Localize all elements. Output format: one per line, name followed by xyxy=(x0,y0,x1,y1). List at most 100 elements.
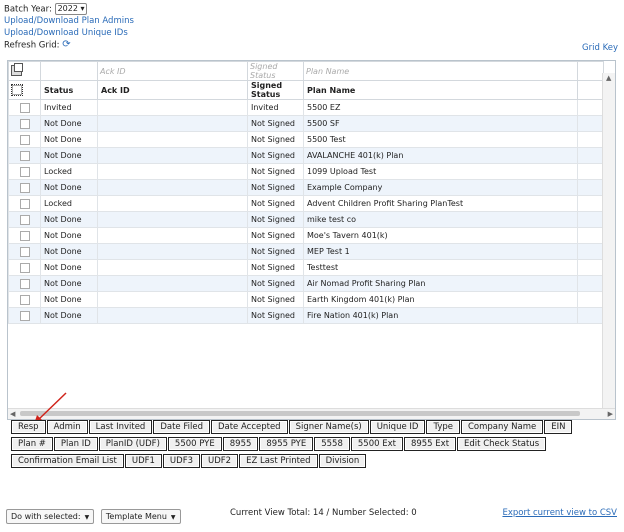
column-chip[interactable]: Date Accepted xyxy=(210,420,288,434)
column-chip[interactable]: Last Invited xyxy=(88,420,153,434)
upload-unique-ids-link[interactable]: Upload/Download Unique IDs xyxy=(4,28,128,38)
header-ack-id[interactable]: Ack ID xyxy=(97,80,248,100)
table-row[interactable]: Not Done Not Signed 5500 SF xyxy=(8,115,604,132)
table-row[interactable]: Invited Invited 5500 EZ xyxy=(8,99,604,116)
column-chip[interactable]: Plan # xyxy=(11,437,53,451)
row-checkbox[interactable] xyxy=(19,166,30,177)
row-checkbox[interactable] xyxy=(19,230,30,241)
column-chip[interactable]: 8955 Ext xyxy=(403,437,457,451)
table-row[interactable]: Not Done Not Signed Example Company xyxy=(8,179,604,196)
row-select-cell[interactable] xyxy=(8,195,41,212)
row-select-cell[interactable] xyxy=(8,131,41,148)
header-signed-status[interactable]: Signed Status xyxy=(247,80,304,100)
column-chip[interactable]: PlanID (UDF) xyxy=(98,437,167,451)
table-row[interactable]: Not Done Not Signed Fire Nation 401(k) Pla… xyxy=(8,307,604,324)
row-checkbox[interactable] xyxy=(19,150,30,161)
signed-status-cell: Not Signed xyxy=(247,163,304,180)
row-select-cell[interactable] xyxy=(8,307,41,324)
column-chip[interactable]: Company Name xyxy=(460,420,544,434)
row-select-cell[interactable] xyxy=(8,275,41,292)
column-chip[interactable]: Type xyxy=(426,420,460,434)
row-select-cell[interactable] xyxy=(8,211,41,228)
batch-year-select[interactable]: 2022 ▾ xyxy=(54,3,88,15)
column-chip[interactable]: Unique ID xyxy=(369,420,426,434)
row-checkbox[interactable] xyxy=(19,198,30,209)
scroll-right-icon[interactable]: ▶ xyxy=(608,410,613,418)
select-all-cell[interactable] xyxy=(8,80,41,100)
row-checkbox[interactable] xyxy=(19,310,30,321)
column-chip[interactable]: 5500 PYE xyxy=(167,437,222,451)
filter-status[interactable] xyxy=(40,61,98,81)
header-status[interactable]: Status xyxy=(40,80,98,100)
column-chip[interactable]: EIN xyxy=(544,420,573,434)
column-chip[interactable]: 8955 PYE xyxy=(259,437,314,451)
column-chip[interactable]: EZ Last Printed xyxy=(239,454,318,468)
upload-plan-admins-link[interactable]: Upload/Download Plan Admins xyxy=(4,16,134,26)
vertical-scrollbar[interactable]: ▲ xyxy=(602,73,615,409)
column-chip[interactable]: 5558 xyxy=(314,437,350,451)
row-checkbox[interactable] xyxy=(19,102,30,113)
column-chip[interactable]: Plan ID xyxy=(53,437,98,451)
row-select-cell[interactable] xyxy=(8,243,41,260)
do-with-selected-menu[interactable]: Do with selected: ▼ xyxy=(6,509,95,524)
row-select-cell[interactable] xyxy=(8,147,41,164)
refresh-icon[interactable]: ⟳ xyxy=(62,39,70,50)
table-row[interactable]: Not Done Not Signed Air Nomad Profit Shari… xyxy=(8,275,604,292)
template-menu[interactable]: Template Menu ▼ xyxy=(100,509,181,524)
column-chip[interactable]: Admin xyxy=(46,420,88,434)
select-all-checkbox[interactable] xyxy=(11,84,23,96)
column-chip[interactable]: UDF1 xyxy=(124,454,162,468)
export-csv-link[interactable]: Export current view to CSV xyxy=(502,508,617,518)
row-checkbox[interactable] xyxy=(19,182,30,193)
row-checkbox[interactable] xyxy=(19,262,30,273)
column-chip[interactable]: 5500 Ext xyxy=(350,437,403,451)
row-select-cell[interactable] xyxy=(8,115,41,132)
empty-cell xyxy=(577,211,604,228)
signed-status-cell: Not Signed xyxy=(247,275,304,292)
row-select-cell[interactable] xyxy=(8,291,41,308)
table-row[interactable]: Not Done Not Signed mike test co xyxy=(8,211,604,228)
grid-key-link[interactable]: Grid Key xyxy=(582,43,618,53)
table-row[interactable]: Not Done Not Signed MEP Test 1 xyxy=(8,243,604,260)
ack-id-cell xyxy=(97,147,248,164)
table-row[interactable]: Locked Not Signed Advent Children Profit S… xyxy=(8,195,604,212)
column-chooser-cell[interactable] xyxy=(8,61,41,81)
table-row[interactable]: Not Done Not Signed AVALANCHE 401(k) Plan xyxy=(8,147,604,164)
table-row[interactable]: Locked Not Signed 1099 Upload Test xyxy=(8,163,604,180)
scroll-left-icon[interactable]: ◀ xyxy=(10,410,15,418)
column-chip[interactable]: Date Filed xyxy=(153,420,210,434)
column-chip[interactable]: Confirmation Email List xyxy=(11,454,124,468)
filter-ack-id[interactable]: Ack ID xyxy=(97,61,248,81)
table-row[interactable]: Not Done Not Signed Moe's Tavern 401(k) xyxy=(8,227,604,244)
row-checkbox[interactable] xyxy=(19,214,30,225)
filter-plan-name[interactable]: Plan Name xyxy=(303,61,578,81)
row-checkbox[interactable] xyxy=(19,278,30,289)
table-row[interactable]: Not Done Not Signed 5500 Test xyxy=(8,131,604,148)
column-chip[interactable]: Signer Name(s) xyxy=(288,420,369,434)
plan-name-cell: 5500 EZ xyxy=(303,99,578,116)
table-row[interactable]: Not Done Not Signed Earth Kingdom 401(k) P… xyxy=(8,291,604,308)
header-plan-name[interactable]: Plan Name xyxy=(303,80,578,100)
row-checkbox[interactable] xyxy=(19,246,30,257)
horizontal-scrollbar[interactable]: ◀ ▶ xyxy=(8,408,615,419)
column-chip[interactable]: Resp xyxy=(11,420,46,434)
column-chip[interactable]: UDF2 xyxy=(201,454,239,468)
table-row[interactable]: Not Done Not Signed Testtest xyxy=(8,259,604,276)
column-chip[interactable]: Division xyxy=(318,454,367,468)
column-chooser-icon[interactable] xyxy=(11,62,23,76)
column-chip[interactable]: UDF3 xyxy=(162,454,200,468)
row-select-cell[interactable] xyxy=(8,163,41,180)
row-checkbox[interactable] xyxy=(19,294,30,305)
row-select-cell[interactable] xyxy=(8,179,41,196)
row-select-cell[interactable] xyxy=(8,259,41,276)
horizontal-scroll-thumb[interactable] xyxy=(20,411,580,416)
row-select-cell[interactable] xyxy=(8,99,41,116)
filter-signed-status[interactable]: Signed Status xyxy=(247,61,304,81)
ack-id-cell xyxy=(97,99,248,116)
column-chip[interactable]: 8955 xyxy=(222,437,259,451)
scroll-up-icon[interactable]: ▲ xyxy=(606,74,611,82)
column-chip[interactable]: Edit Check Status xyxy=(457,437,547,451)
row-checkbox[interactable] xyxy=(19,134,30,145)
row-select-cell[interactable] xyxy=(8,227,41,244)
row-checkbox[interactable] xyxy=(19,118,30,129)
